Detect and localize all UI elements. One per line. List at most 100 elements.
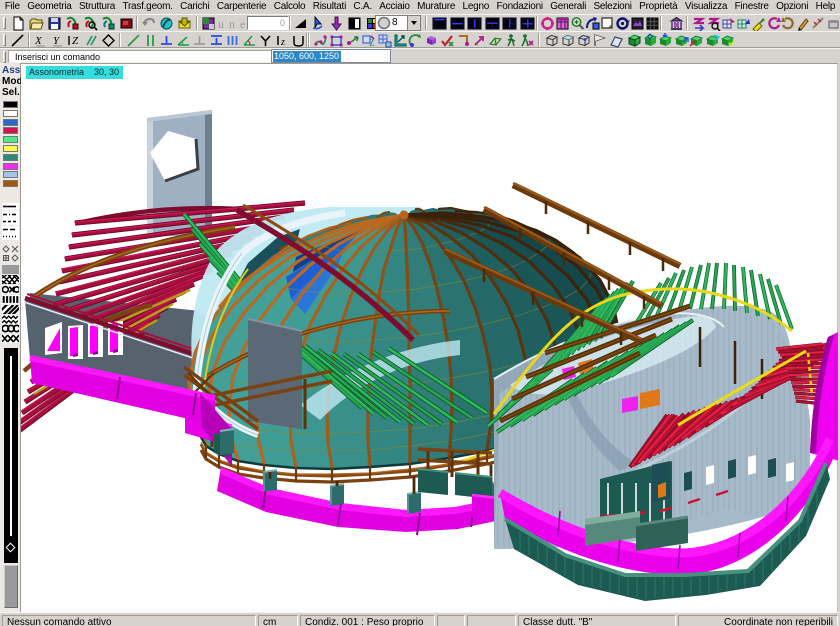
win-tsplit-button[interactable]	[484, 15, 501, 31]
pattern-diagonal[interactable]	[2, 305, 19, 314]
pattern-ticks[interactable]	[2, 295, 19, 304]
save-floppy-button[interactable]	[46, 15, 63, 31]
menu-finestre[interactable]: Finestre	[731, 0, 773, 14]
plane-small-button[interactable]	[487, 32, 504, 48]
open-folder-button[interactable]	[28, 15, 45, 31]
line-green-button[interactable]	[125, 32, 142, 48]
cube-green-diamond-button[interactable]	[642, 32, 659, 48]
menu-carpenterie[interactable]: Carpenterie	[213, 0, 270, 14]
eye-teal-button[interactable]	[158, 15, 175, 31]
walker-x-button[interactable]	[519, 32, 536, 48]
pattern-xxx[interactable]	[2, 334, 19, 343]
lines-parallel-button[interactable]	[142, 32, 159, 48]
color-swatch-7[interactable]	[3, 163, 18, 170]
pattern-zigzag[interactable]	[2, 315, 19, 324]
color-swatch-8[interactable]	[3, 171, 18, 178]
command-bar-grip[interactable]	[3, 51, 6, 63]
win-single-button[interactable]	[431, 15, 448, 31]
perp-blue-button[interactable]	[158, 32, 175, 48]
line-diagonal-button[interactable]	[9, 32, 26, 48]
marker-cross[interactable]	[11, 245, 19, 253]
model-canvas[interactable]: Assonometria 30, 30	[21, 63, 838, 612]
walker-button[interactable]	[503, 32, 520, 48]
check-red-button[interactable]	[439, 32, 456, 48]
triangle-black-button[interactable]	[292, 15, 309, 31]
contrast-square-button[interactable]	[346, 15, 363, 31]
angle-green-button[interactable]	[175, 32, 192, 48]
menu-ca[interactable]: C.A.	[350, 0, 376, 14]
flag-outline-button[interactable]	[592, 32, 609, 48]
marker-diamond[interactable]	[2, 245, 10, 253]
cube-green-solid-button[interactable]	[626, 32, 643, 48]
scale-cyan-button[interactable]	[392, 32, 409, 48]
diamond-outline-button[interactable]	[100, 32, 117, 48]
line-style-dash1[interactable]	[2, 211, 19, 218]
cube-purple-button[interactable]	[423, 32, 440, 48]
axis-x-button[interactable]: X	[32, 32, 49, 48]
model-import-teal-button[interactable]	[100, 15, 117, 31]
select-cursor-button[interactable]	[310, 15, 327, 31]
menu-fondazioni[interactable]: Fondazioni	[493, 0, 547, 14]
toolbar-grip[interactable]	[3, 17, 6, 29]
color-swatch-3[interactable]	[3, 127, 18, 134]
model-import-magnifier-button[interactable]	[82, 15, 99, 31]
line-style-dots[interactable]	[2, 233, 19, 240]
rotate-blue-button[interactable]	[407, 32, 424, 48]
menu-struttura[interactable]: Struttura	[75, 0, 118, 14]
panel-gray-button[interactable]	[825, 15, 840, 31]
win-vsplit-button[interactable]	[466, 15, 483, 31]
toolbar-grip[interactable]	[3, 34, 6, 46]
undo-arrow-button[interactable]	[140, 15, 157, 31]
pattern-solidgray[interactable]	[2, 265, 19, 274]
color-swatch-9[interactable]	[3, 180, 18, 187]
temple-button[interactable]	[668, 15, 685, 31]
menu-murature[interactable]: Murature	[413, 0, 458, 14]
cube-wire-1-button[interactable]	[544, 32, 561, 48]
plane-outline-button[interactable]	[608, 32, 625, 48]
mesh-arrow-button[interactable]	[344, 32, 361, 48]
sidebar-label-sel[interactable]: Sel.	[0, 87, 21, 98]
numeric-field[interactable]: 0	[247, 16, 289, 30]
pattern-ooo[interactable]	[2, 324, 19, 333]
cube-green-axis-button[interactable]	[688, 32, 705, 48]
color-swatch-1[interactable]	[3, 110, 18, 117]
line-style-dash2[interactable]	[2, 218, 19, 225]
pattern-weave[interactable]	[2, 275, 19, 284]
perp-gray-button[interactable]	[191, 32, 208, 48]
win-quad-button[interactable]	[519, 15, 536, 31]
mesh-box-button[interactable]	[328, 32, 345, 48]
color-swatch-4[interactable]	[3, 136, 18, 143]
win-rsplit-button[interactable]	[501, 15, 518, 31]
mesh-z-button[interactable]: Z	[360, 32, 377, 48]
combo-dropdown-button[interactable]	[407, 16, 420, 30]
menu-propriet[interactable]: Proprietà	[635, 0, 681, 14]
menu-visualizza[interactable]: Visualizza	[681, 0, 731, 14]
export-yellow-button[interactable]	[176, 15, 193, 31]
depth-slider[interactable]	[4, 348, 18, 563]
axis-y-button[interactable]: Y	[49, 32, 66, 48]
slider-thumb[interactable]	[4, 565, 18, 608]
fork-y-button[interactable]	[257, 32, 274, 48]
corner-tool-button[interactable]	[455, 32, 472, 48]
bars-three-button[interactable]	[224, 32, 241, 48]
cube-wire-2-button[interactable]	[560, 32, 577, 48]
menu-carichi[interactable]: Carichi	[176, 0, 213, 14]
angle-arc-button[interactable]	[241, 32, 258, 48]
menu-legno[interactable]: Legno	[459, 0, 493, 14]
marker-squarecross[interactable]	[2, 254, 10, 262]
menu-acciaio[interactable]: Acciaio	[376, 0, 414, 14]
menu-opzioni[interactable]: Opzioni	[772, 0, 812, 14]
menu-file[interactable]: File	[1, 0, 24, 14]
cube-green-check-button[interactable]	[719, 32, 736, 48]
arrow-ne-button[interactable]	[471, 32, 488, 48]
arrow-down-purple-button[interactable]	[328, 15, 345, 31]
cube-green-arrow-button[interactable]	[673, 32, 690, 48]
mesh-grid-button[interactable]	[376, 32, 393, 48]
line-style-dash3[interactable]	[2, 226, 19, 233]
menu-calcolo[interactable]: Calcolo	[270, 0, 309, 14]
coordinate-input[interactable]: 1050, 600, 1250	[271, 49, 391, 63]
menu-trasfgeom[interactable]: Trasf.geom.	[119, 0, 177, 14]
cube-green-drop-button[interactable]	[657, 32, 674, 48]
zoom-scale-combobox[interactable]: 8	[375, 15, 421, 31]
perp-bar-button[interactable]	[208, 32, 225, 48]
